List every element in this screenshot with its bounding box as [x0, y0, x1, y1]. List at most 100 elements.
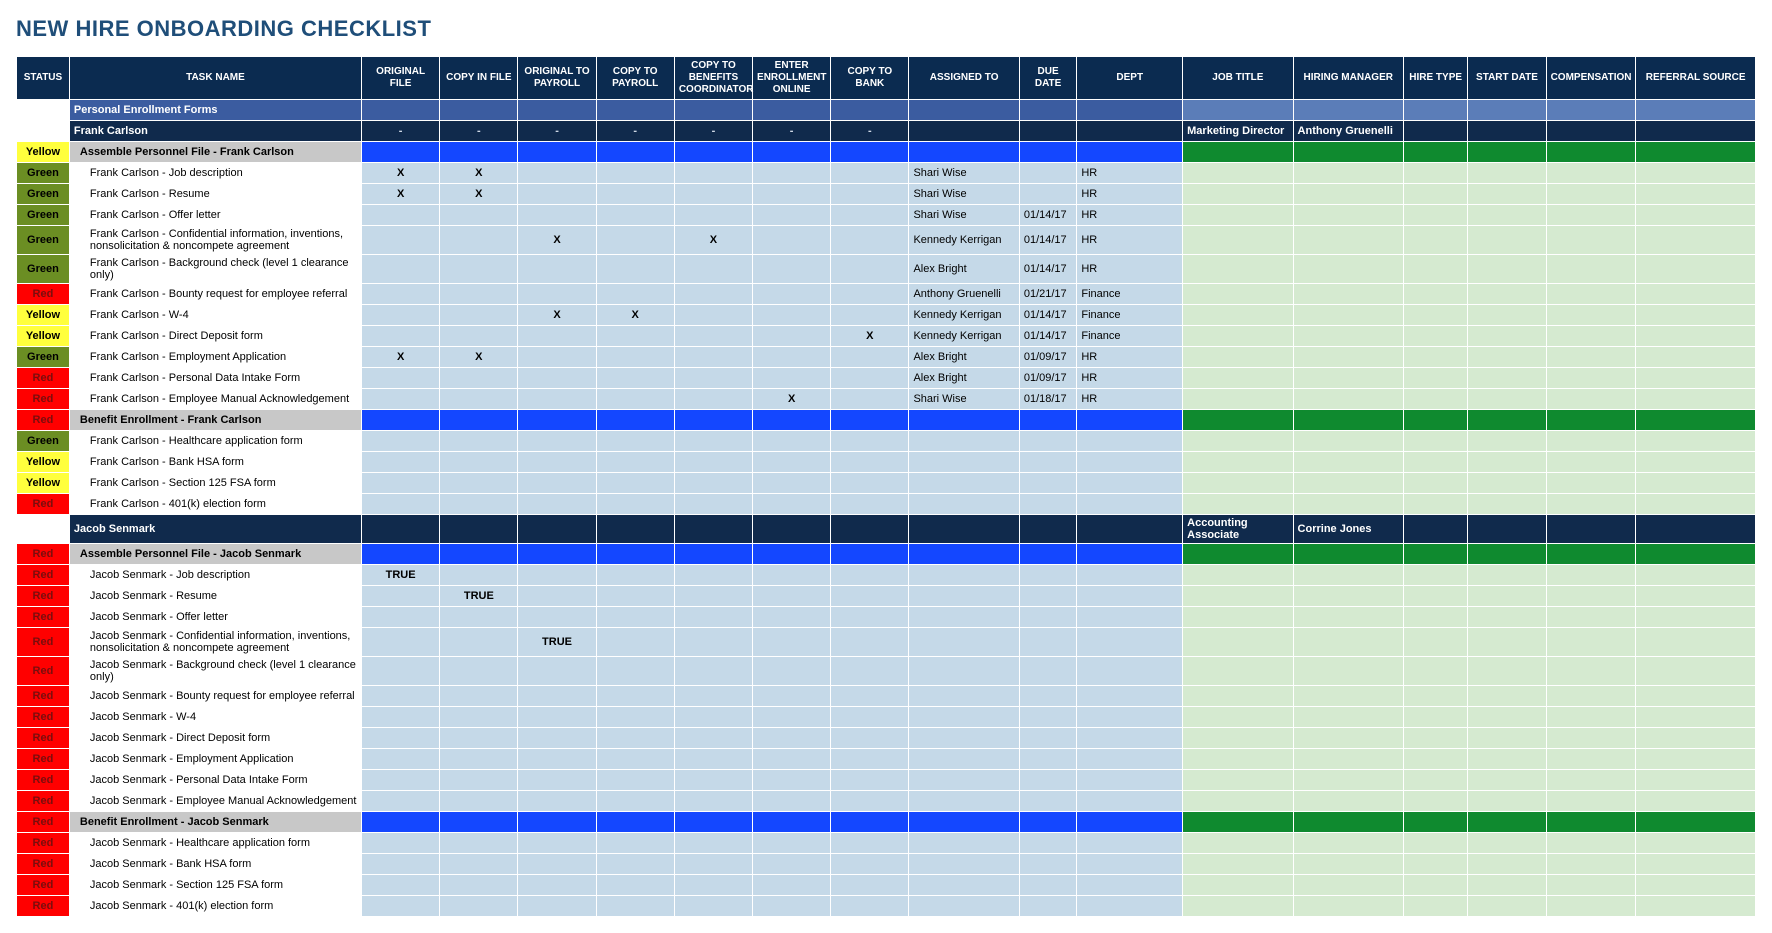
- ref-cell[interactable]: [1636, 326, 1756, 347]
- assigned-cell[interactable]: [909, 100, 1019, 121]
- comp-cell[interactable]: [1546, 368, 1636, 389]
- assigned-cell[interactable]: Alex Bright: [909, 347, 1019, 368]
- check-cell[interactable]: X: [831, 326, 909, 347]
- check-cell[interactable]: [753, 368, 831, 389]
- task-cell[interactable]: Jacob Senmark - Job description: [69, 565, 361, 586]
- hire-cell[interactable]: [1403, 875, 1467, 896]
- hire-cell[interactable]: [1403, 494, 1467, 515]
- hire-cell[interactable]: [1403, 544, 1467, 565]
- dept-cell[interactable]: [1077, 494, 1183, 515]
- mgr-cell[interactable]: [1293, 749, 1403, 770]
- col-5[interactable]: COPY TO PAYROLL: [596, 57, 674, 100]
- job-cell[interactable]: [1183, 875, 1293, 896]
- due-cell[interactable]: 01/21/17: [1019, 284, 1077, 305]
- comp-cell[interactable]: [1546, 431, 1636, 452]
- dept-cell[interactable]: Finance: [1077, 305, 1183, 326]
- start-cell[interactable]: [1468, 452, 1546, 473]
- ref-cell[interactable]: [1636, 473, 1756, 494]
- due-cell[interactable]: [1019, 121, 1077, 142]
- check-cell[interactable]: [753, 184, 831, 205]
- hire-cell[interactable]: [1403, 163, 1467, 184]
- check-cell[interactable]: [596, 142, 674, 163]
- ref-cell[interactable]: [1636, 347, 1756, 368]
- hire-cell[interactable]: [1403, 121, 1467, 142]
- check-cell[interactable]: [362, 410, 440, 431]
- dept-cell[interactable]: [1077, 607, 1183, 628]
- check-cell[interactable]: -: [753, 121, 831, 142]
- status-cell[interactable]: Yellow: [17, 473, 70, 494]
- hire-cell[interactable]: [1403, 515, 1467, 544]
- due-cell[interactable]: [1019, 410, 1077, 431]
- col-3[interactable]: COPY IN FILE: [440, 57, 518, 100]
- comp-cell[interactable]: [1546, 854, 1636, 875]
- mgr-cell[interactable]: [1293, 707, 1403, 728]
- comp-cell[interactable]: [1546, 515, 1636, 544]
- start-cell[interactable]: [1468, 854, 1546, 875]
- hire-cell[interactable]: [1403, 305, 1467, 326]
- status-cell[interactable]: Yellow: [17, 142, 70, 163]
- due-cell[interactable]: 01/14/17: [1019, 205, 1077, 226]
- check-cell[interactable]: [831, 896, 909, 917]
- check-cell[interactable]: [674, 163, 752, 184]
- check-cell[interactable]: [362, 389, 440, 410]
- check-cell[interactable]: X: [674, 226, 752, 255]
- check-cell[interactable]: [362, 657, 440, 686]
- check-cell[interactable]: [596, 284, 674, 305]
- check-cell[interactable]: [674, 515, 752, 544]
- check-cell[interactable]: [596, 749, 674, 770]
- due-cell[interactable]: 01/09/17: [1019, 347, 1077, 368]
- check-cell[interactable]: [674, 284, 752, 305]
- start-cell[interactable]: [1468, 305, 1546, 326]
- job-cell[interactable]: [1183, 607, 1293, 628]
- comp-cell[interactable]: [1546, 686, 1636, 707]
- status-cell[interactable]: Red: [17, 657, 70, 686]
- mgr-cell[interactable]: [1293, 431, 1403, 452]
- check-cell[interactable]: [753, 728, 831, 749]
- assigned-cell[interactable]: [909, 686, 1019, 707]
- check-cell[interactable]: [596, 565, 674, 586]
- table-row[interactable]: RedBenefit Enrollment - Frank Carlson: [17, 410, 1756, 431]
- check-cell[interactable]: [674, 686, 752, 707]
- job-cell[interactable]: [1183, 410, 1293, 431]
- check-cell[interactable]: [518, 812, 596, 833]
- col-1[interactable]: TASK NAME: [69, 57, 361, 100]
- comp-cell[interactable]: [1546, 305, 1636, 326]
- status-cell[interactable]: Red: [17, 749, 70, 770]
- ref-cell[interactable]: [1636, 854, 1756, 875]
- hire-cell[interactable]: [1403, 431, 1467, 452]
- check-cell[interactable]: [753, 347, 831, 368]
- assigned-cell[interactable]: [909, 791, 1019, 812]
- dept-cell[interactable]: [1077, 100, 1183, 121]
- dept-cell[interactable]: [1077, 410, 1183, 431]
- task-cell[interactable]: Jacob Senmark - 401(k) election form: [69, 896, 361, 917]
- job-cell[interactable]: [1183, 473, 1293, 494]
- check-cell[interactable]: TRUE: [518, 628, 596, 657]
- task-cell[interactable]: Frank Carlson - Section 125 FSA form: [69, 473, 361, 494]
- check-cell[interactable]: [831, 812, 909, 833]
- check-cell[interactable]: [440, 812, 518, 833]
- check-cell[interactable]: [831, 494, 909, 515]
- check-cell[interactable]: [518, 452, 596, 473]
- check-cell[interactable]: [596, 657, 674, 686]
- check-cell[interactable]: [518, 833, 596, 854]
- check-cell[interactable]: [596, 854, 674, 875]
- check-cell[interactable]: [674, 854, 752, 875]
- task-cell[interactable]: Frank Carlson - Employment Application: [69, 347, 361, 368]
- job-cell[interactable]: [1183, 205, 1293, 226]
- check-cell[interactable]: [440, 544, 518, 565]
- comp-cell[interactable]: [1546, 812, 1636, 833]
- check-cell[interactable]: [674, 749, 752, 770]
- comp-cell[interactable]: [1546, 565, 1636, 586]
- check-cell[interactable]: [831, 184, 909, 205]
- check-cell[interactable]: X: [362, 184, 440, 205]
- due-cell[interactable]: [1019, 707, 1077, 728]
- check-cell[interactable]: [753, 284, 831, 305]
- assigned-cell[interactable]: [909, 896, 1019, 917]
- task-cell[interactable]: Frank Carlson - W-4: [69, 305, 361, 326]
- check-cell[interactable]: TRUE: [440, 586, 518, 607]
- hire-cell[interactable]: [1403, 791, 1467, 812]
- check-cell[interactable]: [674, 628, 752, 657]
- hire-cell[interactable]: [1403, 770, 1467, 791]
- due-cell[interactable]: [1019, 686, 1077, 707]
- check-cell[interactable]: [518, 205, 596, 226]
